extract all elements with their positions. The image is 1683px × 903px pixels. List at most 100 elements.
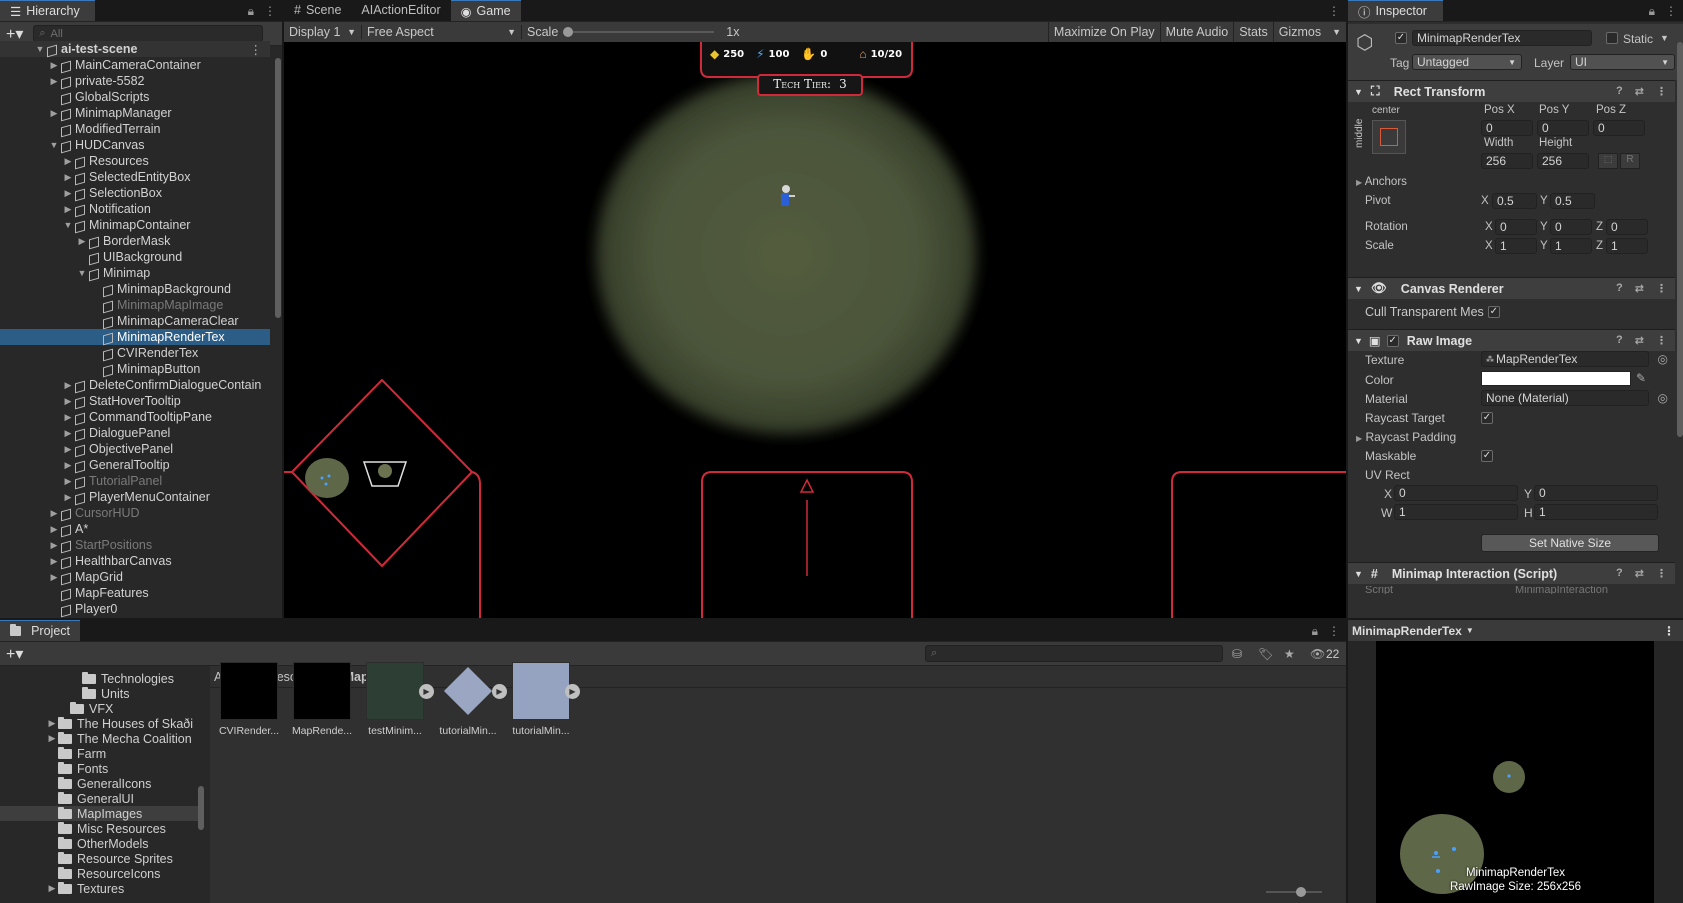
project-folder-row[interactable]: ▶ The Mecha Coalition <box>0 731 200 746</box>
hierarchy-row[interactable]: Player0 <box>0 601 270 617</box>
chevron-right-icon[interactable]: ▶ <box>62 204 74 215</box>
maximize-on-play-toggle[interactable]: Maximize On Play <box>1047 22 1160 42</box>
hierarchy-row[interactable]: ▶ PlayerMenuContainer <box>0 489 270 505</box>
scale-slider[interactable] <box>563 27 715 37</box>
pivot-x-field[interactable]: 0.5 <box>1492 193 1537 209</box>
hierarchy-row[interactable]: MinimapCameraClear <box>0 313 270 329</box>
tab-hierarchy[interactable]: ☰ Hierarchy <box>0 0 95 21</box>
chevron-right-icon[interactable]: ▶ <box>48 60 60 71</box>
raycast-padding-row[interactable]: ▶ Raycast Padding <box>1356 430 1456 444</box>
tab-game[interactable]: ◉ Game <box>450 0 521 21</box>
tab-scene[interactable]: # Scene <box>284 0 351 21</box>
chevron-down-icon[interactable]: ▼ <box>48 140 60 150</box>
hierarchy-search-input[interactable]: ⌕ All <box>33 25 264 42</box>
hierarchy-row[interactable]: ▶ DeleteConfirmDialogueContain <box>0 377 270 393</box>
posx-field[interactable]: 0 <box>1481 120 1533 136</box>
tab-ai-action-editor[interactable]: AIActionEditor <box>351 0 450 21</box>
more-menu-icon[interactable]: ⋮ <box>1656 334 1667 347</box>
raw-edit-button[interactable]: R <box>1620 153 1640 169</box>
rect-transform-header[interactable]: ▼ ⛶ Rect Transform ? ⇄ ⋮ <box>1348 80 1675 102</box>
scale-y-field[interactable]: 1 <box>1550 238 1592 254</box>
material-field[interactable]: None (Material) ◎ <box>1481 390 1668 406</box>
uv-x-field[interactable]: 0 <box>1394 485 1518 501</box>
hierarchy-row[interactable]: MinimapRenderTex <box>0 329 270 345</box>
uv-h-field[interactable]: 1 <box>1534 504 1658 520</box>
star-icon[interactable]: ★ <box>1284 647 1295 661</box>
rot-x-field[interactable]: 0 <box>1495 219 1537 235</box>
project-tree-scrollbar[interactable] <box>198 786 204 830</box>
project-folder-row[interactable]: Units <box>0 686 200 701</box>
hierarchy-row[interactable]: ▶ GeneralTooltip <box>0 457 270 473</box>
hierarchy-row[interactable]: ▶ CursorHUD <box>0 505 270 521</box>
project-folder-row[interactable]: VFX <box>0 701 200 716</box>
project-folder-row[interactable]: Technologies <box>0 671 200 686</box>
uv-y-field[interactable]: 0 <box>1534 485 1658 501</box>
anchor-preset-button[interactable] <box>1372 120 1406 154</box>
color-field[interactable] <box>1481 371 1631 386</box>
uv-w-field[interactable]: 1 <box>1394 504 1518 520</box>
scale-slider-handle[interactable] <box>563 27 574 37</box>
chevron-right-icon[interactable]: ▶ <box>62 492 74 503</box>
hierarchy-row[interactable]: ▼ ai-test-scene ⋮ <box>0 41 270 57</box>
chevron-right-icon[interactable]: ▶ <box>62 188 74 199</box>
play-icon[interactable]: ▶ <box>419 684 434 699</box>
hierarchy-row[interactable]: ▶ MinimapManager <box>0 105 270 121</box>
help-icon[interactable]: ? <box>1616 282 1623 295</box>
asset-tile[interactable]: ▶ tutorialMin... <box>510 662 580 737</box>
chevron-right-icon[interactable]: ▶ <box>62 428 74 439</box>
more-menu-icon[interactable]: ⋮ <box>264 4 276 19</box>
raw-image-header[interactable]: ▼ ▣ ✓ Raw Image ? ⇄ ⋮ <box>1348 329 1675 351</box>
more-menu-icon[interactable]: ⋮ <box>1656 282 1667 295</box>
chevron-right-icon[interactable]: ▶ <box>62 412 74 423</box>
scale-z-field[interactable]: 1 <box>1606 238 1648 254</box>
hierarchy-row[interactable]: ▶ SelectedEntityBox <box>0 169 270 185</box>
chevron-right-icon[interactable]: ▶ <box>48 108 60 119</box>
hierarchy-row[interactable]: ▼ HUDCanvas <box>0 137 270 153</box>
rot-y-field[interactable]: 0 <box>1550 219 1592 235</box>
project-search-input[interactable]: ⌕ <box>925 645 1223 662</box>
object-picker-icon[interactable]: ◎ <box>1658 391 1668 405</box>
chevron-right-icon[interactable]: ▶ <box>62 172 74 183</box>
hierarchy-row[interactable]: ModifiedTerrain <box>0 121 270 137</box>
game-viewport[interactable] <box>284 42 1346 618</box>
inspector-scrollbar[interactable] <box>1677 42 1683 437</box>
filter-type-icon[interactable]: ⛁ <box>1232 647 1242 661</box>
display-dropdown[interactable]: Display 1 ▼ <box>284 25 362 39</box>
more-menu-icon[interactable]: ⋮ <box>1663 624 1675 638</box>
zoom-slider[interactable] <box>1266 887 1322 897</box>
chevron-right-icon[interactable]: ▶ <box>62 444 74 455</box>
layer-dropdown[interactable]: UI ▼ <box>1570 54 1675 70</box>
texture-field[interactable]: ⁂ MapRenderTex ◎ <box>1481 351 1668 367</box>
lock-icon[interactable]: 🔒︎ <box>248 4 254 19</box>
object-picker-icon[interactable]: ◎ <box>1658 352 1668 366</box>
hierarchy-row[interactable]: ▼ MinimapContainer <box>0 217 270 233</box>
project-folder-row[interactable]: Fonts <box>0 761 200 776</box>
stats-toggle[interactable]: Stats <box>1233 22 1273 42</box>
help-icon[interactable]: ? <box>1616 334 1623 347</box>
more-menu-icon[interactable]: ⋮ <box>1656 567 1667 580</box>
hierarchy-row[interactable]: ▶ DialoguePanel <box>0 425 270 441</box>
hierarchy-row[interactable]: ▶ Resources <box>0 153 270 169</box>
hierarchy-row[interactable]: ▶ ObjectivePanel <box>0 441 270 457</box>
hierarchy-row[interactable]: ▶ CommandTooltipPane <box>0 409 270 425</box>
play-icon[interactable]: ▶ <box>492 684 507 699</box>
hierarchy-row[interactable]: GlobalScripts <box>0 89 270 105</box>
project-folder-row[interactable]: OtherModels <box>0 836 200 851</box>
preset-icon[interactable]: ⇄ <box>1635 567 1644 580</box>
zoom-slider-handle[interactable] <box>1296 887 1306 897</box>
chevron-down-icon[interactable]: ▼ <box>1466 626 1474 635</box>
tab-inspector[interactable]: ⓘ Inspector <box>1348 0 1443 21</box>
chevron-right-icon[interactable]: ▶ <box>46 883 58 894</box>
chevron-right-icon[interactable]: ▶ <box>62 380 74 391</box>
lock-icon[interactable]: 🔒︎ <box>1649 4 1655 19</box>
chevron-down-icon[interactable]: ▼ <box>76 268 88 278</box>
chevron-right-icon[interactable]: ▶ <box>48 76 60 87</box>
hierarchy-row[interactable]: UIBackground <box>0 249 270 265</box>
hierarchy-scrollbar[interactable] <box>275 58 281 318</box>
chevron-right-icon[interactable]: ▶ <box>62 396 74 407</box>
asset-tile[interactable]: ▶ tutorialMin... <box>437 662 507 737</box>
label-icon[interactable]: 🏷︎ <box>1258 647 1273 661</box>
chevron-right-icon[interactable]: ▶ <box>48 508 60 519</box>
help-icon[interactable]: ? <box>1616 567 1623 580</box>
project-folder-row[interactable]: ▶ Textures <box>0 881 200 896</box>
